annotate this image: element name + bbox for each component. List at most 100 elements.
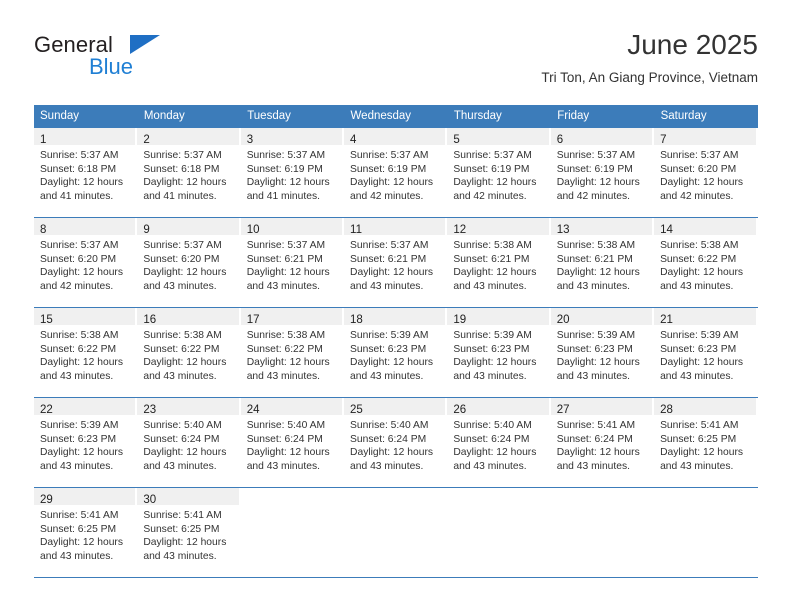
daylight-duration-line-2: and 43 minutes. <box>246 280 320 292</box>
daylight-duration-line-1: Daylight: 12 hours <box>660 267 744 279</box>
daylight-duration-line-1: Daylight: 12 hours <box>143 177 227 189</box>
day-number-band: 7 <box>654 128 756 146</box>
calendar-day-cell[interactable]: 24 Sunrise: 5:40 AM Sunset: 6:24 PM Dayligh… <box>240 397 345 488</box>
calendar-day-cell[interactable]: 28 Sunrise: 5:41 AM Sunset: 6:25 PM Dayligh… <box>654 397 758 488</box>
page-header: General Blue June 2025 Tri Ton, An Giang… <box>34 28 758 98</box>
calendar-day-cell[interactable]: 3 Sunrise: 5:37 AM Sunset: 6:19 PM Daylight… <box>240 128 344 218</box>
daylight-duration-line-1: Daylight: 12 hours <box>660 447 744 459</box>
calendar-day-cell[interactable]: 25 Sunrise: 5:40 AM Sunset: 6:24 PM Dayligh… <box>344 397 448 488</box>
daylight-duration-line-2: and 43 minutes. <box>143 550 217 562</box>
calendar-day-cell[interactable]: 14 Sunrise: 5:38 AM Sunset: 6:22 PM Dayligh… <box>654 217 758 308</box>
day-cell-content: 6 Sunrise: 5:37 AM Sunset: 6:19 PM Daylight… <box>550 128 654 217</box>
calendar-day-cell[interactable]: 22 Sunrise: 5:39 AM Sunset: 6:23 PM Dayligh… <box>34 397 138 488</box>
day-cell-content <box>447 488 550 577</box>
calendar-day-cell-empty <box>240 487 345 577</box>
daylight-duration-line-1: Daylight: 12 hours <box>453 267 537 279</box>
calendar-week-row: 29 Sunrise: 5:41 AM Sunset: 6:25 PM Dayligh… <box>34 487 758 577</box>
day-number-band: 13 <box>550 218 653 236</box>
day-number-band: 26 <box>447 398 549 416</box>
day-number-band: 28 <box>654 398 756 416</box>
calendar-bottom-rule <box>34 577 758 578</box>
daylight-duration-line-1: Daylight: 12 hours <box>246 447 330 459</box>
day-cell-content: 28 Sunrise: 5:41 AM Sunset: 6:25 PM Dayligh… <box>654 398 757 487</box>
sunrise-time: Sunrise: 5:37 AM <box>453 150 532 161</box>
calendar-week-row: 8 Sunrise: 5:37 AM Sunset: 6:20 PM Daylight… <box>34 217 758 308</box>
calendar-day-cell[interactable]: 7 Sunrise: 5:37 AM Sunset: 6:20 PM Daylight… <box>654 128 757 218</box>
calendar-day-cell[interactable]: 20 Sunrise: 5:39 AM Sunset: 6:23 PM Dayligh… <box>550 307 655 398</box>
daylight-duration-line-1: Daylight: 12 hours <box>143 447 227 459</box>
day-cell-content: 22 Sunrise: 5:39 AM Sunset: 6:23 PM Dayligh… <box>34 398 137 487</box>
daylight-duration-line-2: and 43 minutes. <box>143 460 217 472</box>
day-cell-content: 30 Sunrise: 5:41 AM Sunset: 6:25 PM Dayligh… <box>137 488 240 577</box>
day-number-band: 10 <box>240 218 343 236</box>
day-number-band: 18 <box>344 308 446 326</box>
calendar-day-cell-empty <box>344 487 448 577</box>
day-cell-content: 7 Sunrise: 5:37 AM Sunset: 6:20 PM Daylight… <box>654 128 757 217</box>
calendar-day-cell[interactable]: 11 Sunrise: 5:37 AM Sunset: 6:21 PM Dayligh… <box>344 217 448 308</box>
day-cell-content: 18 Sunrise: 5:39 AM Sunset: 6:23 PM Dayligh… <box>344 308 447 397</box>
calendar-day-cell[interactable]: 10 Sunrise: 5:37 AM Sunset: 6:21 PM Dayligh… <box>240 217 345 308</box>
sunset-time: Sunset: 6:25 PM <box>660 433 737 445</box>
calendar-day-cell[interactable]: 13 Sunrise: 5:38 AM Sunset: 6:21 PM Dayligh… <box>550 217 655 308</box>
calendar-day-cell[interactable]: 5 Sunrise: 5:37 AM Sunset: 6:19 PM Daylight… <box>447 128 550 218</box>
day-number-band: 19 <box>447 308 549 326</box>
calendar-day-cell[interactable]: 1 Sunrise: 5:37 AM Sunset: 6:18 PM Daylight… <box>34 128 137 218</box>
day-number-band: 30 <box>137 488 239 506</box>
day-cell-content: 4 Sunrise: 5:37 AM Sunset: 6:19 PM Daylight… <box>344 128 447 217</box>
daylight-duration-line-2: and 42 minutes. <box>660 190 734 202</box>
calendar-day-cell[interactable]: 19 Sunrise: 5:39 AM Sunset: 6:23 PM Dayligh… <box>447 307 551 398</box>
day-number-band: 3 <box>240 128 343 146</box>
calendar-day-cell[interactable]: 4 Sunrise: 5:37 AM Sunset: 6:19 PM Daylight… <box>344 128 447 218</box>
day-details: Sunrise: 5:41 AM Sunset: 6:24 PM Daylight:… <box>551 415 654 473</box>
calendar-day-cell[interactable]: 8 Sunrise: 5:37 AM Sunset: 6:20 PM Daylight… <box>34 217 138 308</box>
weekday-header-saturday: Saturday <box>654 105 759 128</box>
sunset-time: Sunset: 6:21 PM <box>556 253 633 265</box>
day-number: 3 <box>246 134 254 146</box>
day-cell-content: 16 Sunrise: 5:38 AM Sunset: 6:22 PM Dayligh… <box>137 308 240 397</box>
day-number-band: 27 <box>550 398 653 416</box>
calendar-day-cell[interactable]: 27 Sunrise: 5:41 AM Sunset: 6:24 PM Dayligh… <box>550 397 655 488</box>
day-number-band: 12 <box>447 218 549 236</box>
day-details: Sunrise: 5:38 AM Sunset: 6:21 PM Daylight:… <box>447 235 550 293</box>
day-number: 13 <box>556 224 570 236</box>
calendar-day-cell[interactable]: 9 Sunrise: 5:37 AM Sunset: 6:20 PM Daylight… <box>137 217 241 308</box>
daylight-duration-line-2: and 43 minutes. <box>40 370 114 382</box>
day-details: Sunrise: 5:39 AM Sunset: 6:23 PM Daylight:… <box>447 325 550 383</box>
calendar-day-cell[interactable]: 2 Sunrise: 5:37 AM Sunset: 6:18 PM Daylight… <box>137 128 240 218</box>
calendar-day-cell[interactable]: 23 Sunrise: 5:40 AM Sunset: 6:24 PM Dayligh… <box>137 397 241 488</box>
day-number: 21 <box>660 314 673 326</box>
calendar-day-cell[interactable]: 29 Sunrise: 5:41 AM Sunset: 6:25 PM Dayligh… <box>34 487 138 577</box>
calendar-day-cell[interactable]: 12 Sunrise: 5:38 AM Sunset: 6:21 PM Dayligh… <box>447 217 551 308</box>
calendar-week-row: 1 Sunrise: 5:37 AM Sunset: 6:18 PM Daylight… <box>34 128 758 218</box>
day-number: 1 <box>40 134 47 146</box>
calendar-day-cell[interactable]: 30 Sunrise: 5:41 AM Sunset: 6:25 PM Dayligh… <box>137 487 241 577</box>
calendar-day-cell-empty <box>447 487 551 577</box>
sunset-time: Sunset: 6:19 PM <box>556 163 633 175</box>
general-blue-logo[interactable]: General Blue <box>34 32 204 90</box>
calendar-day-cell[interactable]: 18 Sunrise: 5:39 AM Sunset: 6:23 PM Dayligh… <box>344 307 448 398</box>
calendar-day-cell[interactable]: 26 Sunrise: 5:40 AM Sunset: 6:24 PM Dayligh… <box>447 397 551 488</box>
weekday-header-sunday: Sunday <box>34 105 138 128</box>
day-number: 15 <box>40 314 53 326</box>
sunset-time: Sunset: 6:23 PM <box>40 433 117 445</box>
weekday-header-tuesday: Tuesday <box>240 105 345 128</box>
sunset-time: Sunset: 6:22 PM <box>660 253 737 265</box>
calendar-day-cell-empty <box>550 487 655 577</box>
day-number-band <box>447 488 549 505</box>
calendar-day-cell[interactable]: 16 Sunrise: 5:38 AM Sunset: 6:22 PM Dayligh… <box>137 307 241 398</box>
calendar-day-cell[interactable]: 21 Sunrise: 5:39 AM Sunset: 6:23 PM Dayligh… <box>654 307 758 398</box>
sunrise-time: Sunrise: 5:37 AM <box>350 150 429 161</box>
daylight-duration-line-2: and 43 minutes. <box>246 460 320 472</box>
sunrise-time: Sunrise: 5:41 AM <box>143 510 222 521</box>
sunset-time: Sunset: 6:18 PM <box>40 163 117 175</box>
calendar-day-cell[interactable]: 15 Sunrise: 5:38 AM Sunset: 6:22 PM Dayligh… <box>34 307 138 398</box>
sunrise-time: Sunrise: 5:38 AM <box>40 330 119 341</box>
calendar-day-cell[interactable]: 6 Sunrise: 5:37 AM Sunset: 6:19 PM Daylight… <box>550 128 654 218</box>
daylight-duration-line-2: and 43 minutes. <box>660 460 734 472</box>
day-number-band <box>344 488 446 505</box>
day-number: 20 <box>556 314 570 326</box>
day-number: 12 <box>453 224 467 236</box>
daylight-duration-line-1: Daylight: 12 hours <box>40 177 123 189</box>
daylight-duration-line-1: Daylight: 12 hours <box>660 177 744 189</box>
calendar-day-cell[interactable]: 17 Sunrise: 5:38 AM Sunset: 6:22 PM Dayligh… <box>240 307 345 398</box>
